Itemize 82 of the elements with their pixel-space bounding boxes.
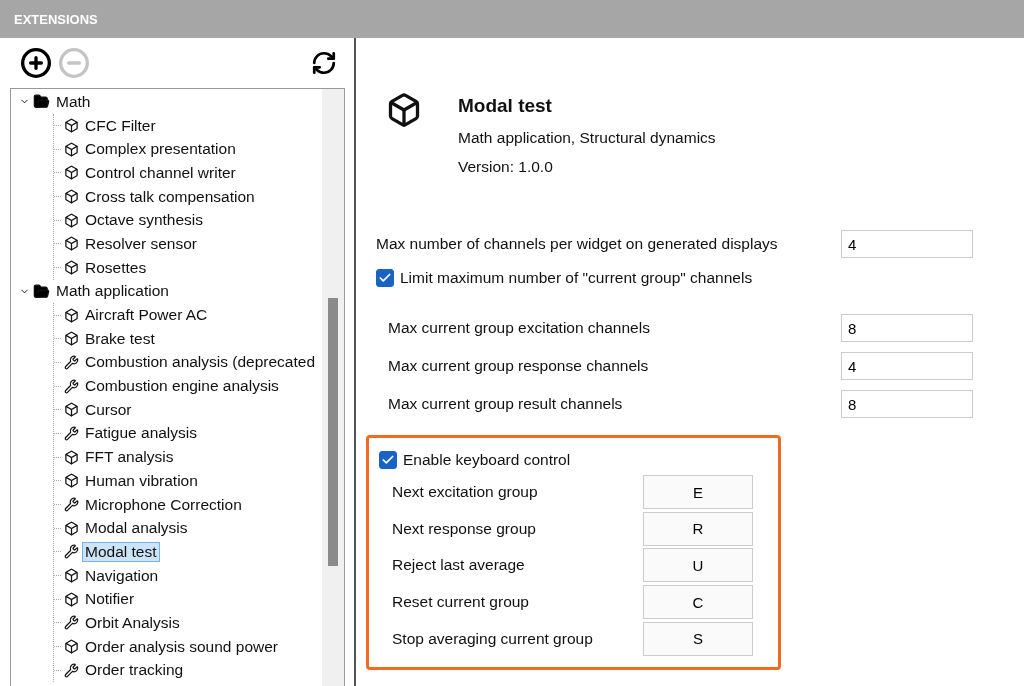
extension-title: Modal test [458, 95, 553, 117]
input-field[interactable]: 4 [841, 230, 973, 258]
cube-icon [64, 189, 79, 205]
add-button[interactable] [20, 47, 52, 79]
refresh-button[interactable] [311, 50, 337, 76]
checkbox-label: Enable keyboard control [403, 451, 571, 469]
input-field[interactable]: 8 [841, 314, 973, 342]
shortcut-key-button[interactable]: E [643, 475, 753, 510]
tree-item[interactable]: FFT analysis [82, 447, 177, 468]
cube-icon [64, 449, 79, 465]
tools-icon [64, 497, 79, 513]
tree-item[interactable]: Fatigue analysis [82, 423, 200, 444]
cube-icon [64, 639, 79, 655]
extension-category: Math application, Structural dynamics [458, 129, 716, 147]
cube-icon [64, 165, 79, 181]
tree-item[interactable]: Combustion analysis (deprecated [82, 352, 319, 373]
shortcut-label: Stop averaging current group [392, 629, 593, 648]
tools-icon [64, 425, 79, 441]
cube-icon [64, 473, 79, 489]
tree-folder-item[interactable]: Math [53, 91, 94, 112]
tools-icon [64, 544, 79, 560]
cube-icon [64, 236, 79, 252]
input-field[interactable]: 8 [841, 390, 973, 418]
tree-item[interactable]: Modal analysis [82, 518, 191, 539]
checkmark-icon [378, 271, 392, 285]
cube-icon [64, 402, 79, 418]
panel-header: EXTENSIONS [0, 0, 1024, 38]
tree-item[interactable]: Notifier [82, 589, 138, 610]
shortcut-key-button[interactable]: U [643, 548, 753, 583]
tools-icon [64, 615, 79, 631]
checkmark-icon [381, 453, 395, 467]
tree-item[interactable]: Order tracking [82, 660, 187, 681]
cube-icon [64, 212, 79, 228]
setting-label: Max number of channels per widget on generated displays [376, 235, 778, 253]
shortcut-label: Reject last average [392, 556, 525, 575]
tree-item[interactable]: Cursor [82, 399, 135, 420]
tree-item[interactable]: Resolver sensor [82, 233, 200, 254]
checkbox[interactable] [376, 269, 394, 287]
tree-item[interactable]: Order analysis sound power [82, 636, 281, 657]
tree-item[interactable]: Human vibration [82, 470, 201, 491]
tree-item[interactable]: Complex presentation [82, 139, 239, 160]
cube-icon [64, 591, 79, 607]
tree-item[interactable]: Combustion engine analysis [82, 376, 282, 397]
extension-version: Version: 1.0.0 [458, 158, 554, 176]
cube-icon [64, 260, 79, 276]
shortcut-key-button[interactable]: C [643, 585, 753, 620]
tree-item[interactable]: Navigation [82, 565, 162, 586]
tools-icon [64, 354, 79, 370]
tree-item[interactable]: Control channel writer [82, 162, 239, 183]
folder-icon [33, 282, 50, 300]
tree-item[interactable]: Octave synthesis [82, 210, 207, 231]
cube-icon [64, 520, 79, 536]
setting-label: Max current group response channels [388, 357, 649, 375]
tree-item[interactable]: Modal test [82, 541, 160, 562]
cube-icon [64, 568, 79, 584]
setting-label: Max current group result channels [388, 395, 623, 413]
input-field[interactable]: 4 [841, 352, 973, 380]
checkbox-label: Limit maximum number of "current group" channels [400, 269, 753, 287]
tree-item[interactable]: Rosettes [82, 257, 150, 278]
tree-item[interactable]: Cross talk compensation [82, 186, 258, 207]
tree-item[interactable]: CFC Filter [82, 115, 159, 136]
checkbox[interactable] [379, 451, 397, 469]
folder-icon [33, 93, 50, 111]
tools-icon [64, 662, 79, 678]
shortcut-key-button[interactable]: R [643, 511, 753, 546]
shortcut-label: Next response group [392, 519, 536, 538]
tree-item[interactable]: Microphone Correction [82, 494, 245, 515]
cube-icon [386, 92, 422, 128]
shortcut-label: Next excitation group [392, 483, 538, 502]
tree-item[interactable]: Aircraft Power AC [82, 305, 211, 326]
scrollbar[interactable] [322, 89, 344, 686]
tree-folder-item[interactable]: Math application [53, 281, 172, 302]
tree-item[interactable]: Orbit Analysis [82, 612, 183, 633]
cube-icon [64, 331, 79, 347]
cube-icon [64, 141, 79, 157]
shortcut-key-button[interactable]: S [643, 621, 753, 656]
cube-icon [64, 118, 79, 134]
cube-icon [64, 307, 79, 323]
tools-icon [64, 378, 79, 394]
setting-label: Max current group excitation channels [388, 319, 650, 337]
tree-item[interactable]: Brake test [82, 328, 158, 349]
shortcut-label: Reset current group [392, 593, 529, 612]
